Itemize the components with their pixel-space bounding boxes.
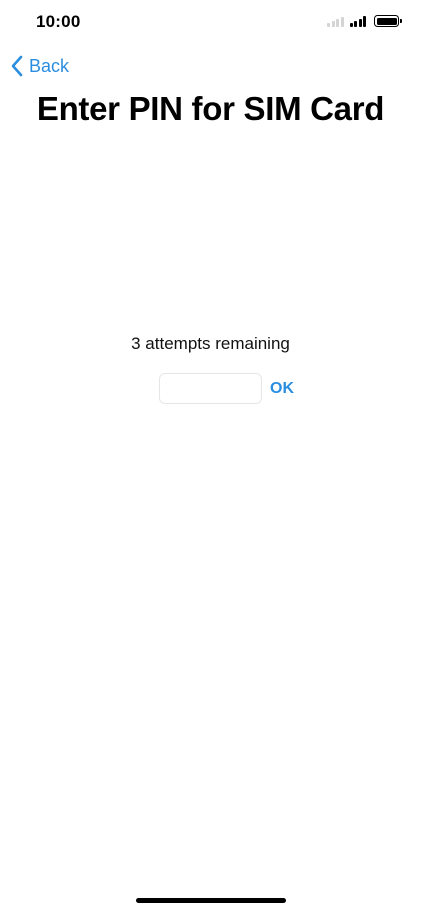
attempts-remaining-text: 3 attempts remaining [131, 334, 290, 353]
battery-icon [374, 15, 402, 27]
back-label: Back [29, 55, 70, 76]
pin-input[interactable] [159, 373, 262, 404]
back-button[interactable]: Back [10, 55, 69, 77]
status-time: 10:00 [36, 12, 81, 31]
home-indicator[interactable] [136, 898, 286, 903]
signal-dim-icon [327, 15, 344, 27]
page-title: Enter PIN for SIM Card [36, 90, 385, 127]
sim-pin-screen: 10:00 Back Enter PIN for SIM Card 3 atte… [0, 0, 421, 912]
signal-icon [349, 15, 366, 27]
pin-entry-row: OK [159, 373, 294, 404]
status-bar: 10:00 [0, 0, 421, 44]
chevron-left-icon [11, 55, 23, 77]
ok-button[interactable]: OK [270, 380, 294, 398]
status-icons [327, 15, 402, 27]
